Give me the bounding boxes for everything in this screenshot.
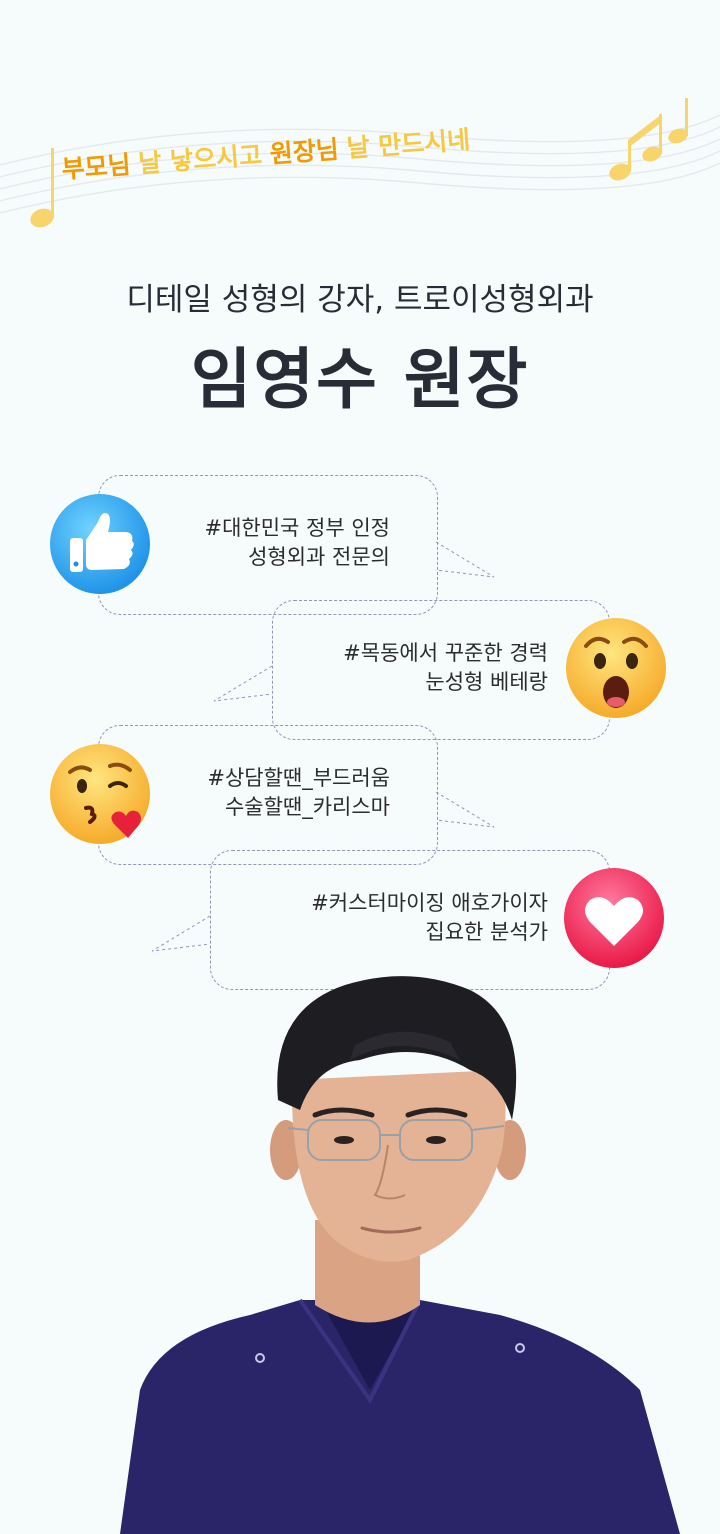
kissing-face-icon bbox=[50, 744, 150, 844]
bubble-text-2: #목동에서 꾸준한 경력 눈성형 베테랑 bbox=[343, 639, 548, 697]
doctor-portrait bbox=[120, 976, 680, 1534]
bubble-tail-4 bbox=[151, 915, 211, 952]
bubble-text-3: #상담할땐_부드러움 수술할땐_카리스마 bbox=[207, 764, 390, 822]
banner-part-made: 날 만드시네 bbox=[345, 125, 472, 164]
double-music-note-icon bbox=[609, 98, 688, 181]
bubble-3-line-1: #상담할땐_부드러움 bbox=[207, 766, 390, 790]
bubble-tail-2 bbox=[213, 665, 273, 702]
heart-icon bbox=[564, 868, 664, 968]
bubble-2-line-2: 눈성형 베테랑 bbox=[425, 670, 548, 694]
bubble-4-line-1: #커스터마이징 애호가이자 bbox=[311, 891, 548, 915]
bubble-1-line-1: #대한민국 정부 인정 bbox=[204, 516, 390, 540]
banner-part-born: 날 낳으시고 bbox=[137, 140, 264, 179]
bubble-4-line-2: 집요한 분석가 bbox=[425, 920, 548, 944]
page-title: 임영수 원장 bbox=[190, 341, 530, 418]
thumbs-up-icon bbox=[50, 494, 150, 594]
bubble-1-line-2: 성형외과 전문의 bbox=[248, 545, 390, 569]
bubble-tail-1 bbox=[435, 541, 495, 578]
bubble-2-line-1: #목동에서 꾸준한 경력 bbox=[343, 641, 548, 665]
bubble-tail-3 bbox=[435, 791, 495, 828]
bubble-3-line-2: 수술할땐_카리스마 bbox=[224, 795, 390, 819]
banner-part-parents: 부모님 bbox=[60, 149, 132, 184]
page-subtitle: 디테일 성형의 강자, 트로이성형외과 bbox=[126, 282, 594, 318]
surprised-face-icon bbox=[566, 618, 666, 718]
bubble-text-1: #대한민국 정부 인정 성형외과 전문의 bbox=[204, 514, 390, 572]
bubble-text-4: #커스터마이징 애호가이자 집요한 분석가 bbox=[311, 889, 548, 947]
banner-part-director: 원장님 bbox=[268, 134, 340, 169]
